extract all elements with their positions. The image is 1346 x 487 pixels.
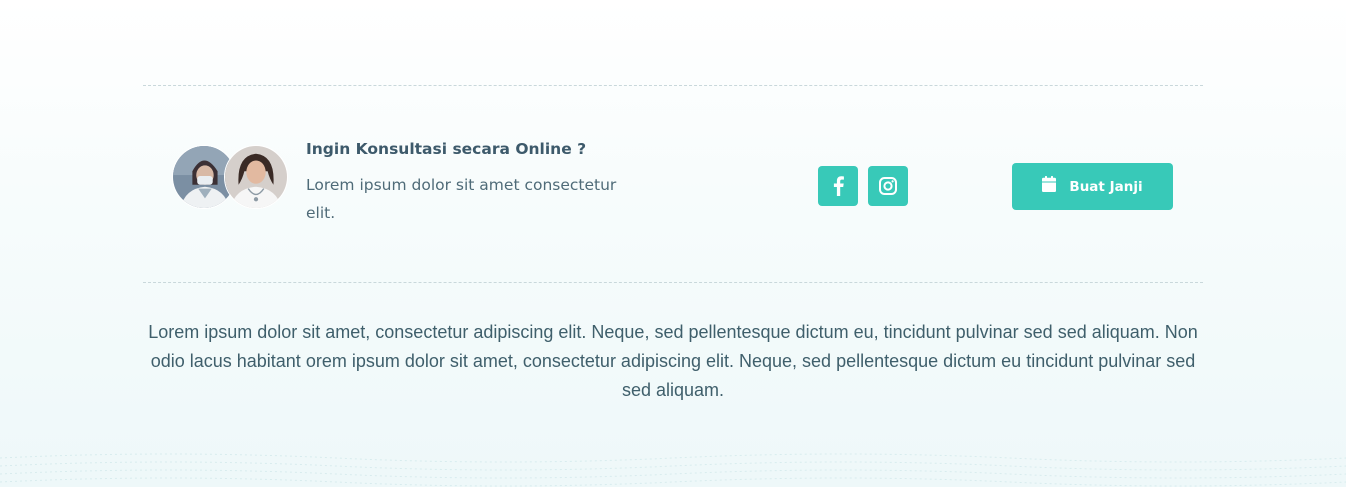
doctor-avatars [172,145,292,211]
book-appointment-label: Buat Janji [1069,178,1143,195]
decorative-wave [0,453,1346,487]
consultation-title: Ingin Konsultasi secara Online ? [306,140,587,158]
doctor-avatar-2 [224,145,288,209]
facebook-icon [833,176,844,196]
bottom-divider [143,282,1203,283]
top-divider [143,85,1203,86]
consultation-description: Lorem ipsum dolor sit amet consectetur e… [306,176,617,222]
calendar-icon [1042,176,1057,197]
facebook-button[interactable] [818,166,858,206]
instagram-button[interactable] [868,166,908,206]
footer-description: Lorem ipsum dolor sit amet, consectetur … [148,322,1198,400]
book-appointment-button[interactable]: Buat Janji [1012,163,1173,210]
instagram-icon [879,177,897,195]
